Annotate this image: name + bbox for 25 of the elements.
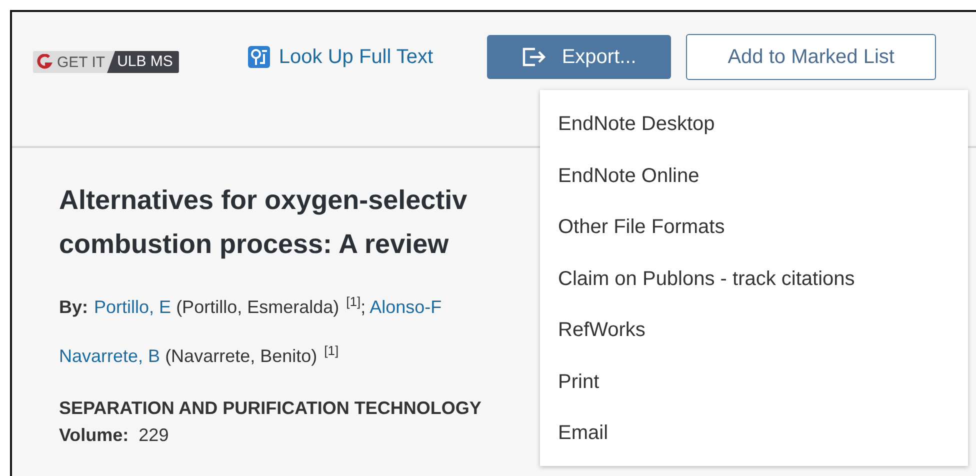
export-menu-item[interactable]: Email [540,411,968,462]
export-menu-item[interactable]: RefWorks [540,308,968,360]
look-up-full-text-link[interactable]: Look Up Full Text [246,45,434,69]
author-link[interactable]: Navarrete, B [59,346,160,366]
library-tag: ULB MS [107,51,179,73]
export-icon [522,47,548,67]
journal-name: SEPARATION AND PURIFICATION TECHNOLOGY [59,398,482,419]
export-menu-item[interactable]: Claim on Publons - track citations [540,256,968,308]
article-title: combustion process: A review [59,228,449,261]
article-title: Alternatives for oxygen-selectiv [59,184,468,217]
author-line: By: Portillo, E (Portillo, Esmeralda) $^{[1]}$; Alonso-F [59,293,442,319]
export-menu-item[interactable]: EndNote Desktop [540,102,968,154]
volume-label: Volume: [59,425,129,446]
author-link[interactable]: Portillo, E [94,297,172,317]
s-logo-icon [37,54,53,70]
volume-value: 229 [138,425,169,446]
export-button[interactable]: Export... [487,35,672,79]
add-to-marked-list-button[interactable]: Add to Marked List [686,34,936,80]
author-link[interactable]: Alonso-F [370,297,442,317]
export-menu-item[interactable]: Other File Formats [540,205,968,256]
export-menu-item[interactable]: Print [540,360,968,411]
author-line: Navarrete, B (Navarrete, Benito) $^{[1]}$ [59,342,339,368]
full-text-icon [246,45,271,69]
get-it-link[interactable]: GET IT ULB MS [33,51,179,73]
export-menu-item[interactable]: EndNote Online [540,154,968,205]
